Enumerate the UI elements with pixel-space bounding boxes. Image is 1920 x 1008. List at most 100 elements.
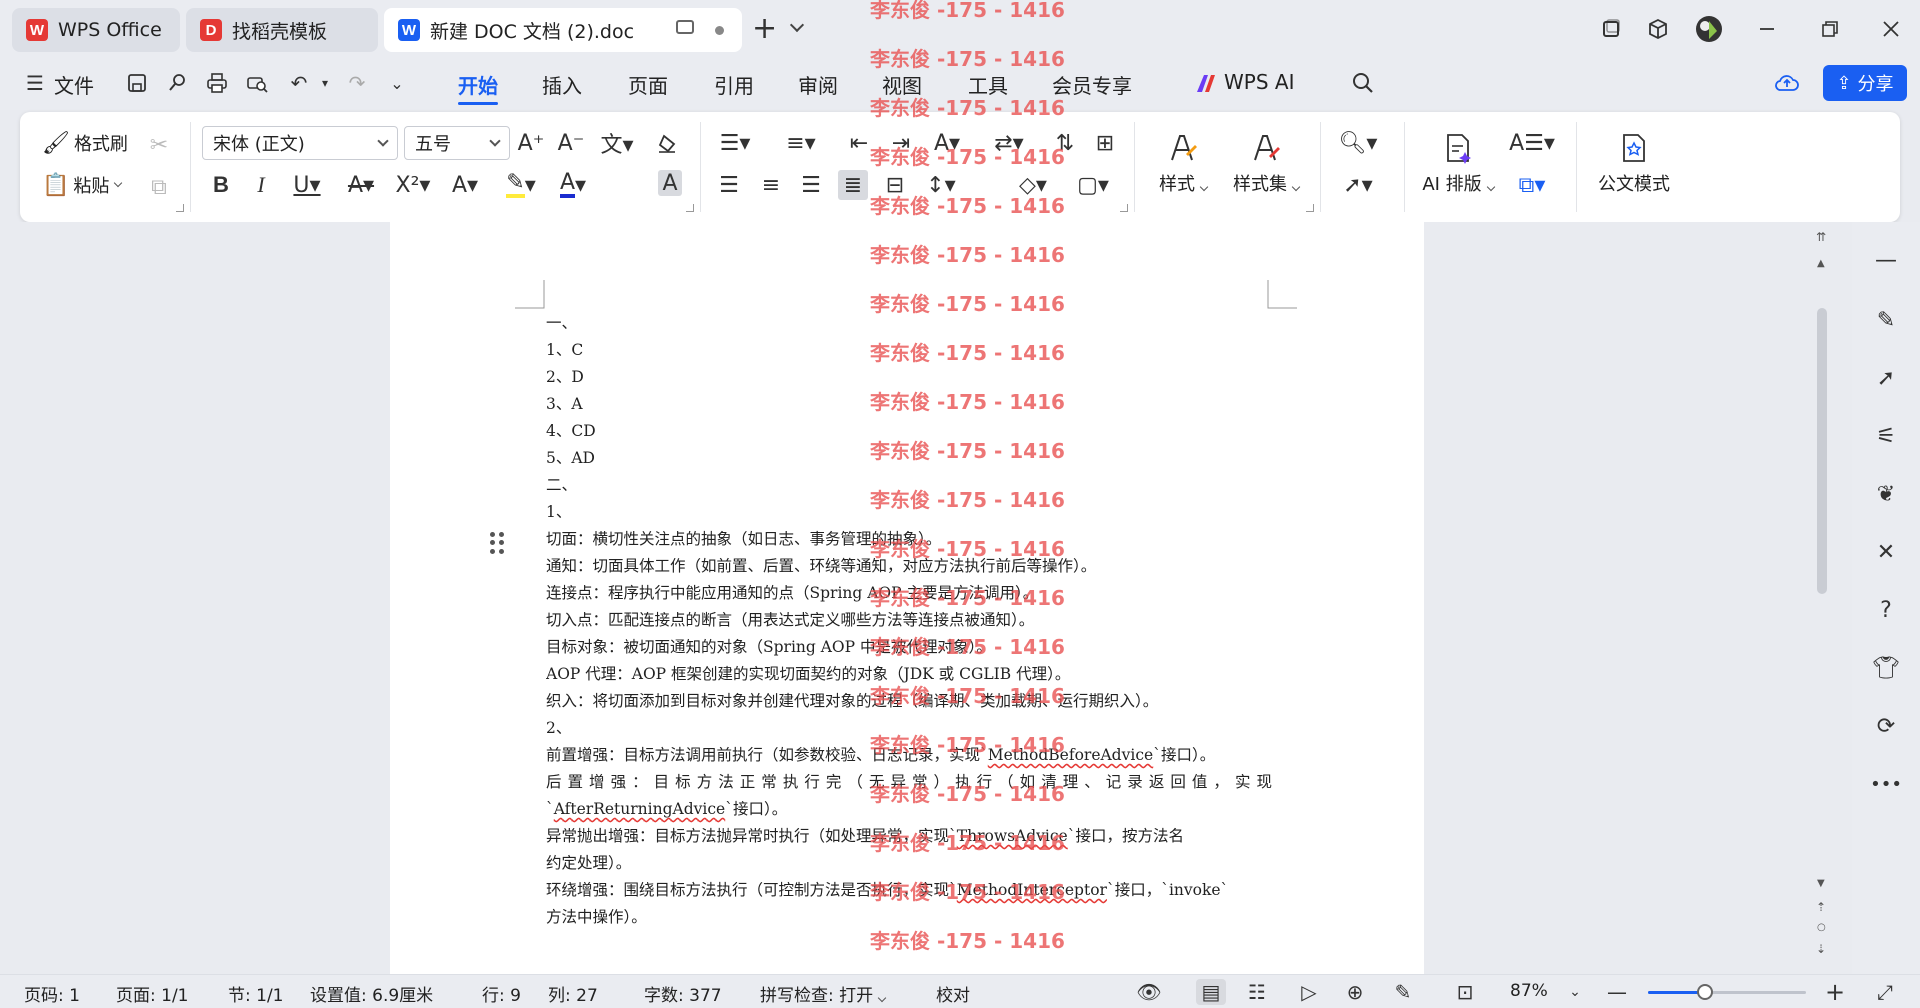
- numbered-list-icon[interactable]: ≡▾: [780, 128, 822, 158]
- align-center-icon[interactable]: ≡: [756, 170, 786, 200]
- font-launcher-icon[interactable]: [686, 204, 694, 212]
- paragraph-drag-handle-icon[interactable]: [490, 532, 504, 554]
- vertical-scrollbar[interactable]: ⇈ ▲ ▼ ⇡ ○ ⇣: [1814, 230, 1830, 970]
- status-column[interactable]: 列: 27: [548, 981, 598, 1006]
- justify-icon[interactable]: ≣: [838, 170, 868, 200]
- find-icon[interactable]: 🔍︎▾: [1336, 128, 1380, 158]
- tab-references[interactable]: 引用: [714, 70, 754, 99]
- clear-format-icon[interactable]: [652, 128, 682, 158]
- tab-list-chevron-icon[interactable]: [789, 17, 805, 33]
- status-pages[interactable]: 页面: 1/1: [116, 981, 189, 1006]
- borders-icon[interactable]: ▢▾: [1072, 170, 1114, 200]
- unsaved-dot-icon[interactable]: [715, 26, 724, 35]
- scroll-top-icon[interactable]: ⇈: [1816, 230, 1826, 244]
- pointer-icon[interactable]: ➚: [1872, 364, 1900, 392]
- bold-icon[interactable]: B: [206, 170, 236, 200]
- tab-wps-office[interactable]: W WPS Office: [12, 8, 180, 52]
- page-view-icon[interactable]: ▤: [1196, 979, 1226, 1005]
- adjust-sliders-icon[interactable]: ⚟: [1872, 422, 1900, 450]
- spellcheck-word[interactable]: AfterReturningAdvice: [554, 800, 725, 818]
- restore-icon[interactable]: [1815, 14, 1845, 44]
- copy-icon[interactable]: ⧉: [144, 172, 174, 202]
- search-icon[interactable]: [1350, 70, 1376, 96]
- shapes-icon[interactable]: ⧉▾: [1510, 170, 1554, 200]
- sync-icon[interactable]: ⟳: [1872, 712, 1900, 740]
- zoom-level[interactable]: 87%: [1510, 981, 1548, 1001]
- font-name-select[interactable]: 宋体 (正文): [202, 126, 398, 160]
- web-view-icon[interactable]: ⊕: [1342, 979, 1368, 1005]
- write-mode-icon[interactable]: ✎: [1390, 979, 1416, 1005]
- skin-icon[interactable]: 👕︎: [1872, 654, 1900, 682]
- select-icon[interactable]: ➚▾: [1336, 170, 1380, 200]
- cut-icon[interactable]: ✂: [144, 130, 174, 160]
- tab-home[interactable]: 开始: [458, 70, 498, 99]
- bullet-list-icon[interactable]: ☰▾: [714, 128, 756, 158]
- share-button[interactable]: ⇪ 分享: [1823, 65, 1907, 101]
- monitor-icon[interactable]: [676, 20, 694, 34]
- document-line[interactable]: 切入点：匹配连接点的断言（用表达式定义哪些方法等连接点被通知）。: [546, 607, 1272, 634]
- cube-icon[interactable]: [1643, 14, 1673, 44]
- status-spell-check[interactable]: 拼写检查: 打开: [760, 981, 887, 1006]
- strikethrough-icon[interactable]: A▾: [340, 170, 382, 200]
- styles-launcher-icon[interactable]: [1306, 204, 1314, 212]
- brush-tool-icon[interactable]: ❦: [1872, 480, 1900, 508]
- prev-page-icon[interactable]: ⇡: [1816, 900, 1826, 914]
- tab-docer-templates[interactable]: D 找稻壳模板: [186, 8, 378, 52]
- zoom-in-icon[interactable]: +: [1822, 978, 1848, 1006]
- tab-review[interactable]: 审阅: [798, 70, 838, 99]
- format-painter-button[interactable]: 🖌 格式刷: [42, 130, 128, 156]
- outline-view-icon[interactable]: ☷: [1244, 979, 1270, 1005]
- styles-button[interactable]: 样式: [1152, 126, 1214, 196]
- help-icon[interactable]: ?: [1872, 596, 1900, 624]
- font-size-select[interactable]: 五号: [404, 126, 510, 160]
- cloud-upload-icon[interactable]: [1774, 70, 1800, 96]
- play-icon[interactable]: ▷: [1296, 979, 1322, 1005]
- avatar[interactable]: [1694, 14, 1724, 44]
- wps-ai-icon[interactable]: [1194, 70, 1220, 96]
- fullscreen-icon[interactable]: ⤢: [1872, 979, 1898, 1005]
- text-effect-icon[interactable]: A▾: [444, 170, 486, 200]
- eye-protection-icon[interactable]: 👁︎: [1136, 979, 1162, 1005]
- increase-font-icon[interactable]: A⁺: [516, 128, 546, 158]
- save-icon[interactable]: [124, 70, 150, 96]
- undo-chevron-icon[interactable]: ▾: [312, 70, 338, 96]
- highlight-icon[interactable]: ✎ ▾: [500, 170, 542, 200]
- print-preview-icon[interactable]: [244, 70, 270, 96]
- paragraph-launcher-icon[interactable]: [1120, 204, 1128, 212]
- hamburger-menu-icon[interactable]: ☰: [22, 70, 48, 96]
- file-menu[interactable]: 文件: [54, 70, 94, 99]
- more-chevron-icon[interactable]: ⌄: [384, 70, 410, 96]
- status-row[interactable]: 行: 9: [482, 981, 521, 1006]
- format-brush-icon[interactable]: [164, 70, 190, 96]
- tab-document[interactable]: W 新建 DOC 文档 (2).doc: [384, 8, 742, 52]
- show-marks-icon[interactable]: ⊞: [1090, 128, 1120, 158]
- clipboard-launcher-icon[interactable]: [176, 204, 184, 212]
- status-word-count[interactable]: 字数: 377: [644, 981, 722, 1006]
- paste-button[interactable]: 📋 粘贴: [42, 172, 123, 198]
- minimize-icon[interactable]: [1752, 14, 1782, 44]
- redo-icon[interactable]: ↷: [344, 70, 370, 96]
- official-mode-button[interactable]: 公文模式: [1592, 126, 1676, 196]
- wps-ai-button[interactable]: WPS AI: [1224, 70, 1294, 94]
- close-icon[interactable]: [1876, 14, 1906, 44]
- ai-layout-button[interactable]: AI 排版: [1416, 126, 1500, 196]
- phonetic-guide-icon[interactable]: 文▾: [596, 128, 638, 158]
- superscript-icon[interactable]: X²▾: [392, 170, 434, 200]
- next-page-icon[interactable]: ⇣: [1816, 942, 1826, 956]
- tab-page[interactable]: 页面: [628, 70, 668, 99]
- collapse-rail-icon[interactable]: —: [1872, 246, 1900, 274]
- zoom-chevron-icon[interactable]: ⌄: [1562, 979, 1588, 1005]
- undo-icon[interactable]: ↶: [286, 70, 312, 96]
- text-box-icon[interactable]: A☰▾: [1509, 128, 1555, 158]
- tab-insert[interactable]: 插入: [542, 70, 582, 99]
- status-page-number[interactable]: 页码: 1: [24, 981, 80, 1006]
- style-set-button[interactable]: 样式集: [1228, 126, 1304, 196]
- print-icon[interactable]: [204, 70, 230, 96]
- scroll-up-icon[interactable]: ▲: [1817, 258, 1825, 269]
- status-setting[interactable]: 设置值: 6.9厘米: [310, 981, 433, 1006]
- zoom-slider[interactable]: [1648, 984, 1806, 1000]
- font-color-icon[interactable]: A ▾: [552, 170, 594, 200]
- select-browse-icon[interactable]: ○: [1817, 922, 1826, 933]
- underline-icon[interactable]: U▾: [286, 170, 328, 200]
- zoom-slider-knob[interactable]: [1696, 984, 1713, 1000]
